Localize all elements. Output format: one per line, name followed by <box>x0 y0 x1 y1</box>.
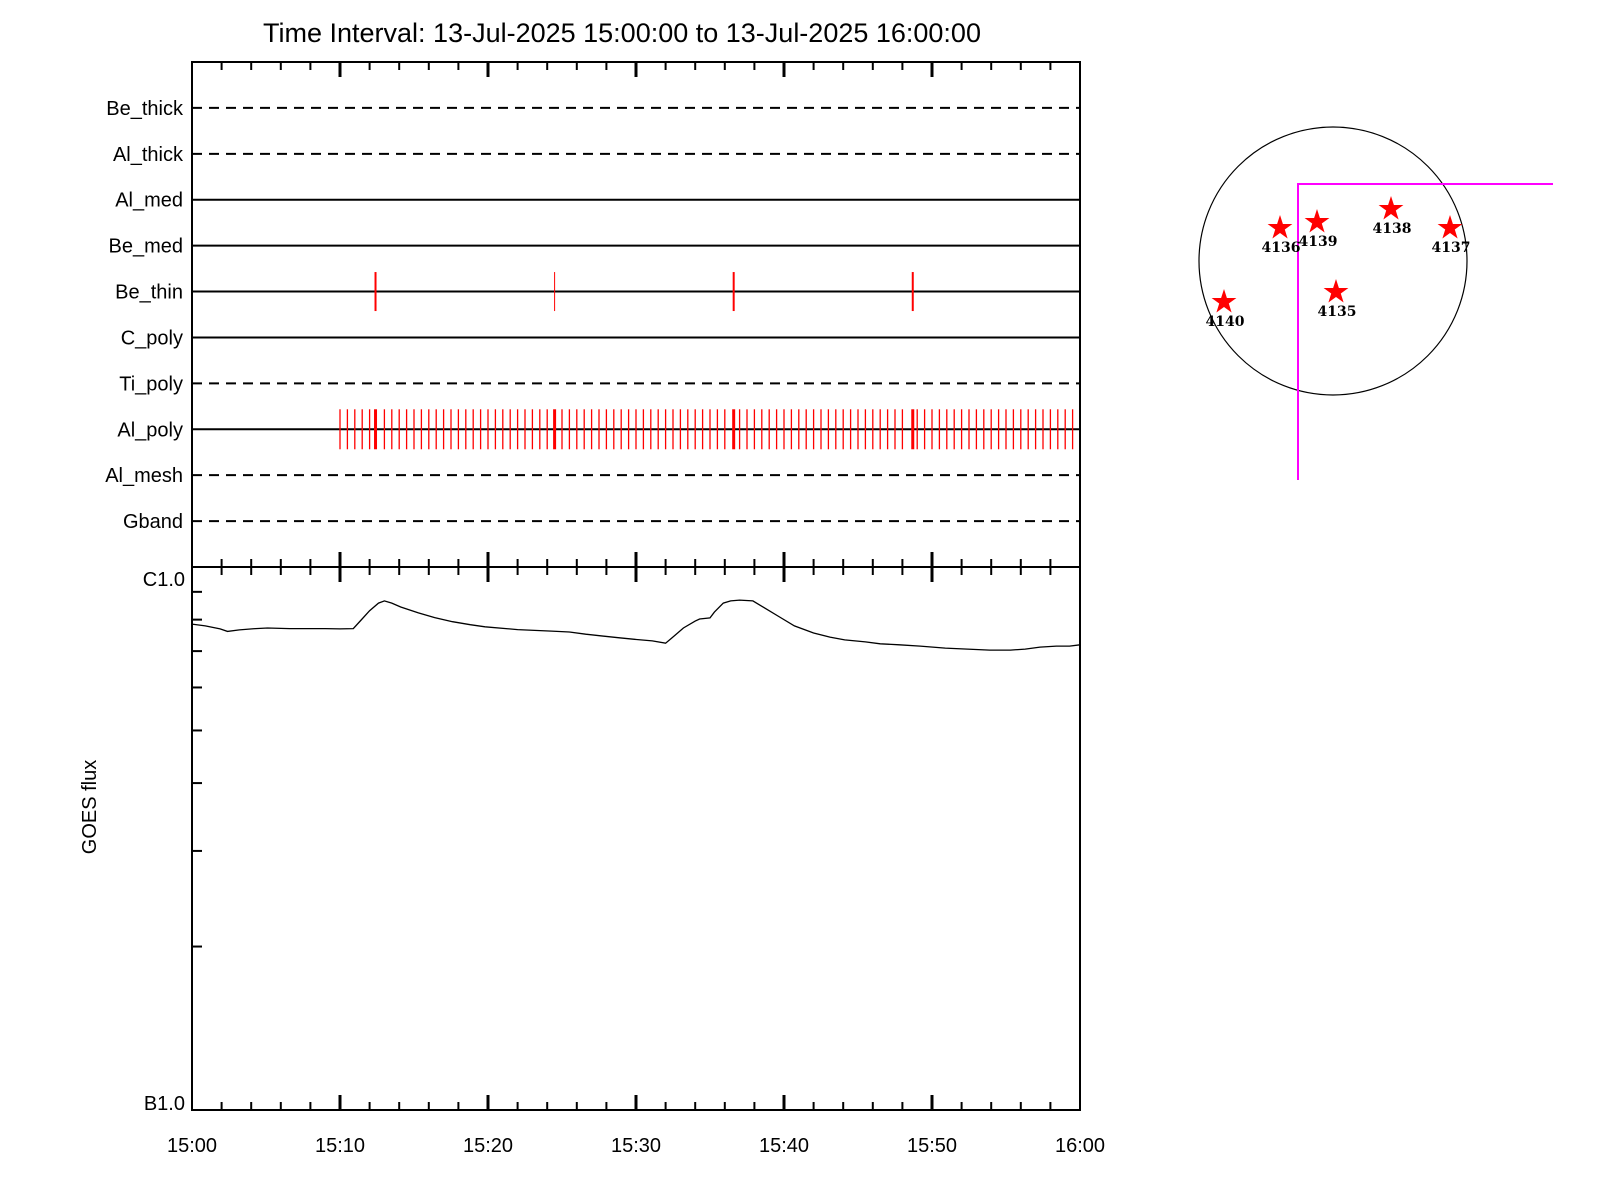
x-tick-label-16-00: 16:00 <box>1055 1135 1105 1157</box>
x-tick-label-15-50: 15:50 <box>907 1135 957 1157</box>
goes-axis-top-label: C1.0 <box>143 569 185 591</box>
channel-label-be-thin: Be_thin <box>115 282 183 304</box>
channel-label-ti-poly: Ti_poly <box>119 373 183 395</box>
channel-label-gband: Gband <box>123 511 183 533</box>
active-region-star-4139 <box>1304 209 1330 233</box>
channel-label-al-poly: Al_poly <box>117 419 183 441</box>
active-region-label-4137: 4137 <box>1432 240 1471 256</box>
active-region-star-4135 <box>1323 279 1349 303</box>
channel-label-be-med: Be_med <box>109 236 184 258</box>
x-tick-label-15-40: 15:40 <box>759 1135 809 1157</box>
channel-label-al-mesh: Al_mesh <box>105 465 183 487</box>
active-region-label-4135: 4135 <box>1318 304 1357 320</box>
x-tick-label-15-00: 15:00 <box>167 1135 217 1157</box>
x-tick-label-15-10: 15:10 <box>315 1135 365 1157</box>
xrt-timeline-plot-page: Time Interval: 13-Jul-2025 15:00:00 to 1… <box>0 0 1600 1200</box>
active-region-star-4138 <box>1378 196 1404 220</box>
channel-label-c-poly: C_poly <box>121 327 183 349</box>
active-region-star-4140 <box>1211 289 1237 313</box>
active-region-label-4140: 4140 <box>1206 314 1245 330</box>
generated-plot-content: Be_thick Al_thick Al_med Be_med Be_thin C_pol… <box>105 61 1553 1157</box>
timeline-and-goes-plot: Time Interval: 13-Jul-2025 15:00:00 to 1… <box>79 18 1553 1157</box>
plot-title: Time Interval: 13-Jul-2025 15:00:00 to 1… <box>263 18 981 48</box>
goes-flux-curve <box>191 599 1081 651</box>
x-tick-label-15-30: 15:30 <box>611 1135 661 1157</box>
channel-label-al-thick: Al_thick <box>113 144 184 166</box>
goes-axis-bottom-label: B1.0 <box>144 1093 185 1115</box>
active-region-star-4137 <box>1437 215 1463 239</box>
channel-label-be-thick: Be_thick <box>106 98 184 120</box>
sun-limb-circle <box>1198 126 1468 396</box>
fov-outline <box>1297 183 1553 480</box>
goes-axis-title: GOES flux <box>79 760 101 854</box>
active-region-star-4136 <box>1267 215 1293 239</box>
active-region-label-4139: 4139 <box>1299 234 1338 250</box>
active-region-label-4136: 4136 <box>1262 240 1301 256</box>
active-region-label-4138: 4138 <box>1373 221 1412 237</box>
x-tick-label-15-20: 15:20 <box>463 1135 513 1157</box>
timeline-panel-frame <box>191 61 1081 568</box>
channel-label-al-med: Al_med <box>115 190 183 212</box>
